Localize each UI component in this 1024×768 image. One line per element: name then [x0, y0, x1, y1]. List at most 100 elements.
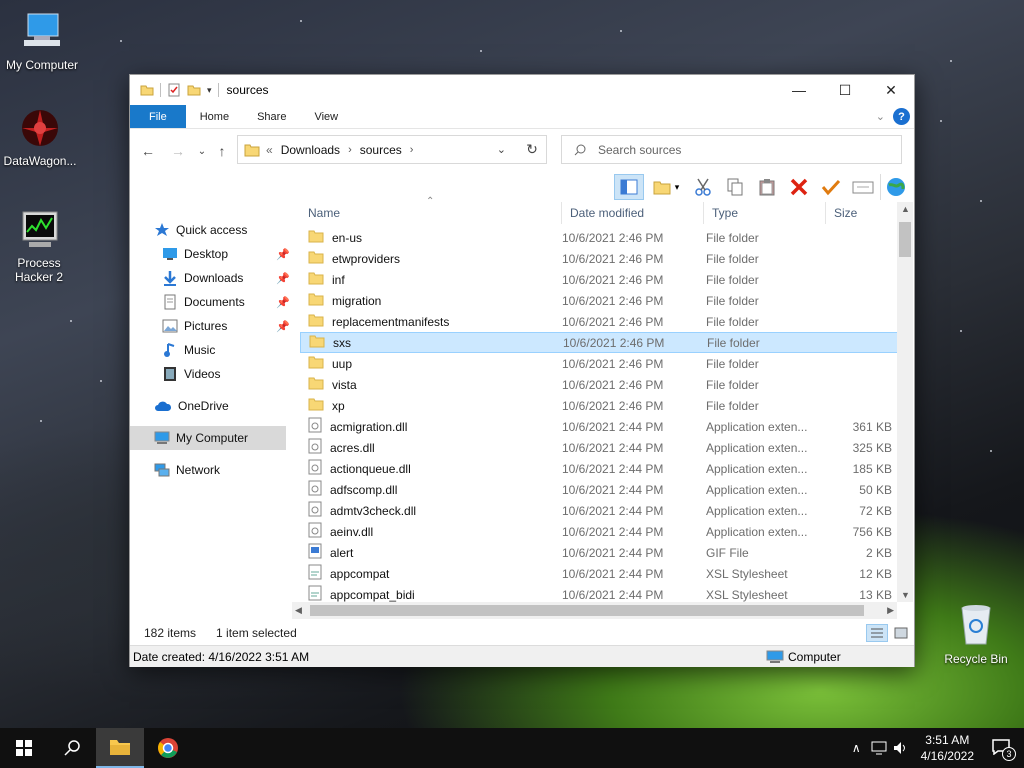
- file-date: 10/6/2021 2:44 PM: [562, 587, 664, 602]
- breadcrumb-sources[interactable]: sources: [360, 143, 402, 157]
- new-folder-button[interactable]: ▾: [646, 174, 686, 200]
- paste-button[interactable]: [752, 174, 782, 200]
- scroll-down-icon[interactable]: ▼: [901, 590, 910, 600]
- pin-icon[interactable]: 📌: [276, 248, 290, 261]
- file-row[interactable]: migration 10/6/2021 2:46 PM File folder: [300, 290, 898, 311]
- new-folder-icon[interactable]: [187, 84, 201, 96]
- file-row[interactable]: acres.dll 10/6/2021 2:44 PM Application ex…: [300, 437, 898, 458]
- sidebar-item-videos[interactable]: Videos: [162, 362, 220, 386]
- close-button[interactable]: ✕: [868, 75, 914, 105]
- desktop-icon-datawagon[interactable]: DataWagon...: [0, 106, 82, 168]
- file-row[interactable]: uup 10/6/2021 2:46 PM File folder: [300, 353, 898, 374]
- column-type[interactable]: Type: [704, 202, 826, 224]
- scroll-left-icon[interactable]: ◀: [295, 605, 302, 616]
- file-size: 361 KB: [852, 419, 892, 434]
- search-icon: [64, 740, 80, 756]
- file-row[interactable]: xp 10/6/2021 2:46 PM File folder: [300, 395, 898, 416]
- file-row[interactable]: adfscomp.dll 10/6/2021 2:44 PM Application…: [300, 479, 898, 500]
- sidebar-item-music[interactable]: Music: [162, 338, 215, 362]
- sidebar-item-network[interactable]: Network: [154, 458, 220, 482]
- sidebar-item-my-computer[interactable]: My Computer: [130, 426, 286, 450]
- refresh-button[interactable]: ↻: [518, 135, 547, 164]
- chevron-right-icon[interactable]: ›: [348, 144, 352, 156]
- file-date: 10/6/2021 2:46 PM: [562, 272, 664, 287]
- file-row[interactable]: sxs 10/6/2021 2:46 PM File folder: [300, 332, 898, 353]
- folder-icon[interactable]: [140, 84, 154, 96]
- desktop-icon-recycle-bin[interactable]: Recycle Bin: [934, 600, 1018, 666]
- pin-icon[interactable]: 📌: [276, 272, 290, 285]
- cut-button[interactable]: [688, 174, 718, 200]
- address-overflow[interactable]: «: [266, 143, 273, 157]
- desktop-icon-my-computer[interactable]: My Computer: [0, 10, 84, 72]
- navigation-pane-button[interactable]: [614, 174, 644, 200]
- tab-file[interactable]: File: [130, 105, 186, 128]
- pin-icon[interactable]: 📌: [276, 320, 290, 333]
- clock[interactable]: 3:51 AM 4/16/2022: [921, 732, 974, 764]
- horizontal-scrollbar[interactable]: ◀ ▶: [292, 602, 897, 619]
- pin-icon[interactable]: 📌: [276, 296, 290, 309]
- sidebar-item-onedrive[interactable]: OneDrive: [154, 394, 229, 418]
- properties-button[interactable]: [848, 174, 878, 200]
- address-bar[interactable]: « Downloads › sources › ⌄: [237, 135, 547, 164]
- sidebar-item-pictures[interactable]: Pictures 📌: [162, 314, 290, 338]
- vertical-scroll-thumb[interactable]: [899, 222, 911, 257]
- action-center-button[interactable]: 3: [992, 738, 1016, 761]
- file-row[interactable]: inf 10/6/2021 2:46 PM File folder: [300, 269, 898, 290]
- globe-button[interactable]: [880, 174, 910, 200]
- search-input[interactable]: Search sources: [598, 143, 681, 157]
- scroll-up-icon[interactable]: ▲: [901, 204, 910, 214]
- copy-button[interactable]: [720, 174, 750, 200]
- start-button[interactable]: [0, 728, 48, 768]
- show-hidden-icons-icon[interactable]: ∧: [852, 741, 861, 755]
- tab-home[interactable]: Home: [186, 105, 243, 128]
- file-row[interactable]: alert 10/6/2021 2:44 PM GIF File 2 KB: [300, 542, 898, 563]
- horizontal-scroll-thumb[interactable]: [310, 605, 864, 616]
- vertical-scrollbar[interactable]: ▲ ▼: [897, 202, 913, 602]
- file-row[interactable]: appcompat 10/6/2021 2:44 PM XSL Stylesheet…: [300, 563, 898, 584]
- sidebar-item-documents[interactable]: Documents 📌: [162, 290, 290, 314]
- file-row[interactable]: etwproviders 10/6/2021 2:46 PM File folder: [300, 248, 898, 269]
- column-name[interactable]: Name ⌃: [300, 196, 562, 224]
- search-button[interactable]: [48, 728, 96, 768]
- file-row[interactable]: actionqueue.dll 10/6/2021 2:44 PM Applicat…: [300, 458, 898, 479]
- address-dropdown-icon[interactable]: ⌄: [497, 143, 506, 156]
- volume-icon[interactable]: [893, 741, 909, 755]
- delete-button[interactable]: [784, 174, 814, 200]
- properties-icon[interactable]: [167, 83, 181, 97]
- recent-locations-icon[interactable]: ⌄: [192, 141, 212, 161]
- file-row[interactable]: en-us 10/6/2021 2:46 PM File folder: [300, 227, 898, 248]
- tab-view[interactable]: View: [300, 105, 352, 128]
- column-size[interactable]: Size: [826, 202, 898, 224]
- back-button[interactable]: ←: [138, 141, 158, 161]
- file-row[interactable]: acmigration.dll 10/6/2021 2:44 PM Applicat…: [300, 416, 898, 437]
- chevron-right-icon[interactable]: ›: [410, 144, 414, 156]
- forward-button[interactable]: →: [168, 141, 188, 161]
- network-status-icon[interactable]: [871, 741, 887, 755]
- rename-button[interactable]: [816, 174, 846, 200]
- file-row[interactable]: replacementmanifests 10/6/2021 2:46 PM Fil…: [300, 311, 898, 332]
- expand-ribbon-icon[interactable]: ⌄: [876, 110, 885, 123]
- process-hacker-icon: [22, 211, 58, 247]
- file-row[interactable]: admtv3check.dll 10/6/2021 2:44 PM Applicat…: [300, 500, 898, 521]
- taskbar-chrome[interactable]: [144, 728, 192, 768]
- help-button[interactable]: ?: [893, 108, 910, 125]
- tab-share[interactable]: Share: [243, 105, 300, 128]
- up-button[interactable]: ↑: [212, 141, 232, 161]
- breadcrumb-downloads[interactable]: Downloads: [281, 143, 340, 157]
- file-row[interactable]: aeinv.dll 10/6/2021 2:44 PM Application ex…: [300, 521, 898, 542]
- maximize-button[interactable]: ☐: [822, 75, 868, 105]
- details-view-button[interactable]: [866, 624, 888, 642]
- title-bar[interactable]: ▾ sources — ☐ ✕: [130, 75, 914, 105]
- large-icons-view-button[interactable]: [890, 624, 912, 642]
- taskbar-file-explorer[interactable]: [96, 728, 144, 768]
- search-box[interactable]: Search sources: [561, 135, 902, 164]
- minimize-button[interactable]: —: [776, 75, 822, 105]
- qat-dropdown-icon[interactable]: ▾: [207, 85, 212, 96]
- scroll-right-icon[interactable]: ▶: [887, 605, 894, 616]
- file-row[interactable]: vista 10/6/2021 2:46 PM File folder: [300, 374, 898, 395]
- column-date-modified[interactable]: Date modified: [562, 202, 704, 224]
- sidebar-item-downloads[interactable]: Downloads 📌: [162, 266, 290, 290]
- sidebar-item-desktop[interactable]: Desktop 📌: [162, 242, 290, 266]
- sidebar-item-quick-access[interactable]: Quick access: [154, 218, 247, 242]
- desktop-icon-process-hacker[interactable]: Process Hacker 2: [0, 208, 81, 284]
